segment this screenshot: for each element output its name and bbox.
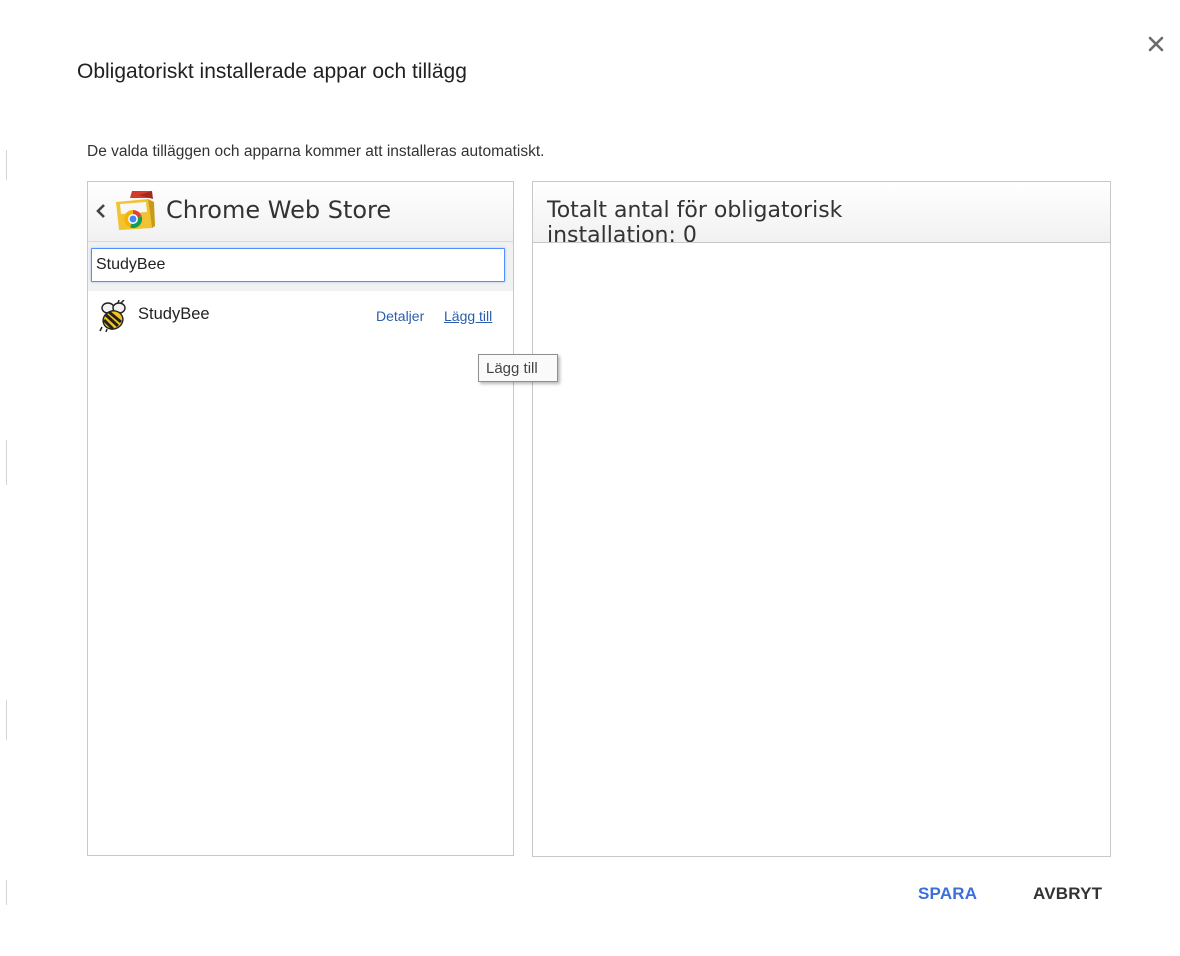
chevron-left-icon (96, 204, 105, 218)
chrome-web-store-icon (116, 191, 155, 230)
dialog-description: De valda tilläggen och apparna kommer at… (87, 143, 545, 160)
back-button[interactable] (94, 199, 108, 223)
background-divider (6, 880, 7, 905)
store-title: Chrome Web Store (166, 196, 392, 224)
search-bar (88, 242, 513, 291)
close-icon (1148, 36, 1164, 52)
background-divider (6, 700, 7, 740)
selected-panel: Totalt antal för obligatorisk installati… (532, 181, 1111, 857)
background-divider (6, 150, 7, 180)
dialog-title: Obligatoriskt installerade appar och til… (77, 60, 467, 83)
bee-icon (99, 300, 126, 332)
background-divider (6, 440, 7, 485)
save-button[interactable]: SPARA (918, 884, 977, 904)
store-header: Chrome Web Store (88, 182, 513, 242)
add-link[interactable]: Lägg till (444, 308, 492, 324)
store-panel: Chrome Web Store StudyBee Detaljer Lägg … (87, 181, 514, 856)
list-item: StudyBee Detaljer Lägg till (88, 292, 513, 338)
selected-panel-header: Totalt antal för obligatorisk installati… (533, 182, 1110, 243)
details-link[interactable]: Detaljer (376, 308, 424, 324)
result-name: StudyBee (138, 305, 210, 323)
cancel-button[interactable]: AVBRYT (1033, 884, 1102, 904)
search-input[interactable] (91, 248, 505, 282)
dialog: Obligatoriskt installerade appar och til… (0, 0, 1180, 956)
selected-count-title: Totalt antal för obligatorisk installati… (547, 198, 843, 243)
tooltip: Lägg till (478, 354, 558, 382)
close-button[interactable] (1143, 31, 1169, 57)
